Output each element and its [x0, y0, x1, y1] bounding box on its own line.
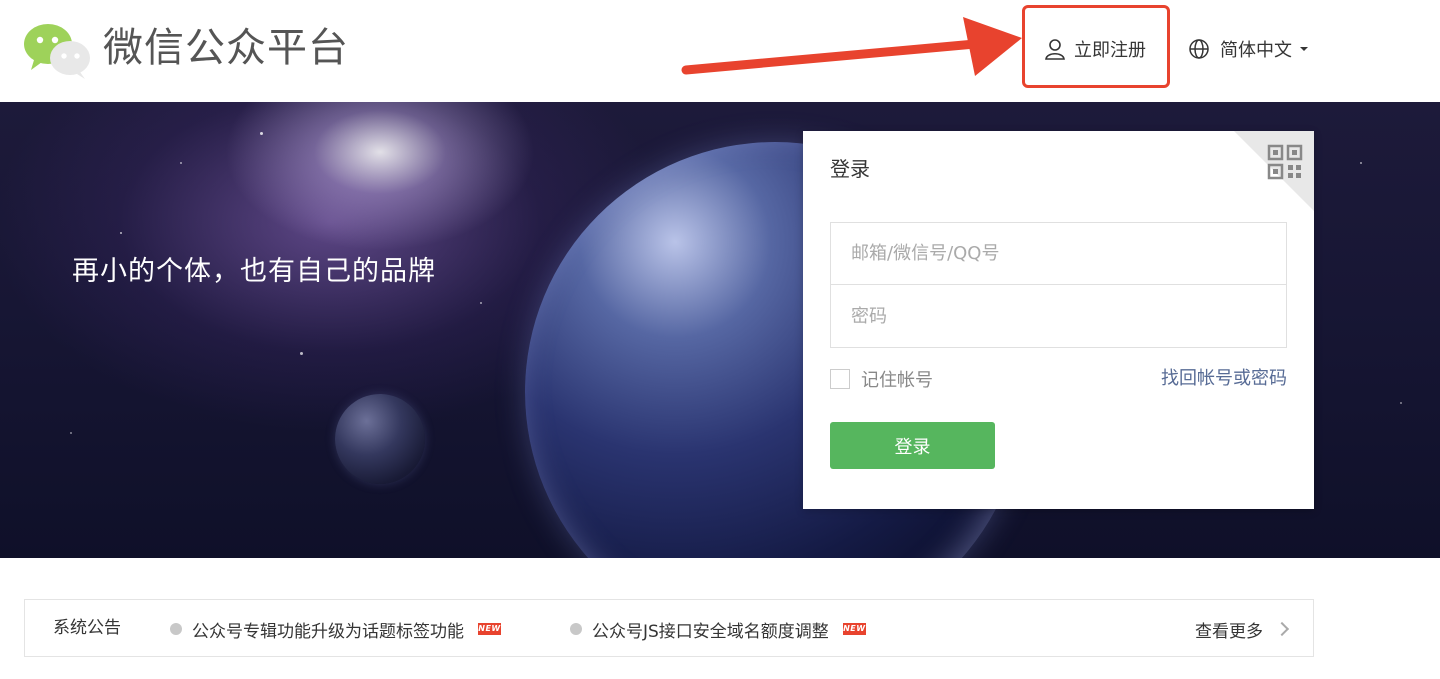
- bullet-icon: [170, 623, 182, 635]
- brand-title: 微信公众平台: [103, 25, 349, 71]
- new-badge: NEW: [478, 623, 501, 635]
- remember-account-toggle[interactable]: 记住帐号: [830, 367, 933, 391]
- register-link[interactable]: 立即注册: [1044, 36, 1146, 62]
- user-icon: [1045, 39, 1065, 60]
- star: [120, 232, 122, 234]
- annotation-arrow: [681, 17, 1022, 76]
- star: [260, 132, 263, 135]
- notice-item[interactable]: 公众号专辑功能升级为话题标签功能 NEW: [170, 616, 501, 642]
- star: [1360, 162, 1362, 164]
- chevron-right-icon: [1274, 621, 1290, 637]
- star: [1400, 402, 1402, 404]
- bullet-icon: [570, 623, 582, 635]
- notice-label: 系统公告: [53, 618, 121, 638]
- qr-login-toggle[interactable]: [1234, 131, 1314, 211]
- globe-icon: [1189, 39, 1209, 59]
- forgot-password-link[interactable]: 找回帐号或密码: [1161, 367, 1287, 391]
- credentials-group: [830, 222, 1287, 348]
- view-more-label: 查看更多: [1195, 621, 1263, 642]
- account-input[interactable]: [831, 223, 1286, 285]
- star: [180, 162, 182, 164]
- password-input[interactable]: [831, 285, 1286, 347]
- language-label: 简体中文: [1220, 40, 1292, 61]
- star: [70, 432, 72, 434]
- star: [480, 302, 482, 304]
- system-notice-bar: 系统公告 公众号专辑功能升级为话题标签功能 NEW 公众号JS接口安全域名额度调…: [24, 599, 1314, 657]
- chevron-down-icon: [1300, 47, 1308, 51]
- moon-illustration: [335, 394, 425, 484]
- login-title: 登录: [830, 157, 870, 181]
- register-label: 立即注册: [1074, 40, 1146, 61]
- wechat-logo-icon[interactable]: [22, 20, 92, 80]
- login-panel: 登录 记住帐号 找回帐号或密码 登录: [803, 131, 1314, 509]
- banner-slogan: 再小的个体，也有自己的品牌: [72, 256, 436, 287]
- login-button[interactable]: 登录: [830, 422, 995, 469]
- qr-code-icon: [1267, 144, 1303, 180]
- notice-item[interactable]: 公众号JS接口安全域名额度调整 NEW: [570, 616, 866, 642]
- top-header: 微信公众平台 立即注册 简体中文: [0, 0, 1440, 102]
- language-selector[interactable]: 简体中文: [1188, 36, 1308, 62]
- remember-checkbox[interactable]: [830, 369, 850, 389]
- remember-label: 记住帐号: [861, 370, 933, 391]
- star: [300, 352, 303, 355]
- view-more-link[interactable]: 查看更多: [1195, 616, 1290, 642]
- new-badge: NEW: [842, 623, 866, 635]
- notice-item-text: 公众号专辑功能升级为话题标签功能: [192, 621, 464, 642]
- notice-item-text: 公众号JS接口安全域名额度调整: [592, 621, 829, 642]
